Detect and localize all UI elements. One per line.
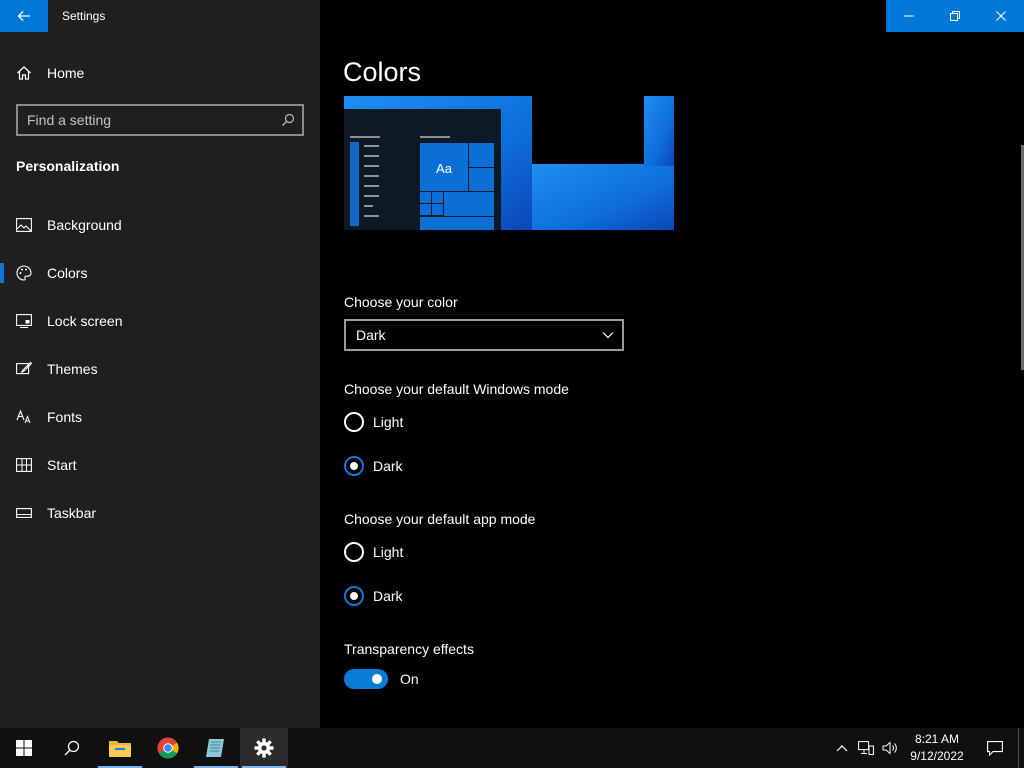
page-title: Colors <box>343 57 422 87</box>
transparency-toggle[interactable] <box>344 669 388 689</box>
clock-time: 8:21 AM <box>914 732 960 746</box>
sidebar-item-label: Lock screen <box>47 313 123 329</box>
system-tray: 8:21 AM 9/12/2022 <box>830 728 1024 768</box>
show-desktop-button[interactable] <box>1018 728 1024 768</box>
toggle-state-label: On <box>400 671 419 687</box>
radio-circle[interactable] <box>344 586 364 606</box>
picture-icon <box>16 217 32 233</box>
notification-icon <box>987 740 1003 756</box>
settings-button[interactable] <box>240 728 288 768</box>
dropdown-value: Dark <box>356 327 386 343</box>
taskbar-search-button[interactable] <box>48 728 96 768</box>
sidebar-nav: Background Colors Lock screen Themes Fon… <box>0 201 320 537</box>
notepad-icon <box>206 739 224 757</box>
sidebar-item-themes[interactable]: Themes <box>0 345 320 393</box>
sidebar-item-label: Themes <box>47 361 98 377</box>
start-icon <box>16 457 32 473</box>
chrome-button[interactable] <box>144 728 192 768</box>
settings-icon <box>254 738 274 758</box>
windows-logo-icon <box>16 740 32 756</box>
volume-icon <box>882 741 897 755</box>
file-explorer-button[interactable] <box>96 728 144 768</box>
taskbar-icon <box>16 505 32 521</box>
minimize-button[interactable] <box>886 0 932 32</box>
home-label: Home <box>47 65 85 81</box>
home-link[interactable]: Home <box>16 62 84 84</box>
search-icon[interactable] <box>274 113 302 127</box>
choose-color-label: Choose your color <box>344 294 458 310</box>
radio-circle[interactable] <box>344 412 364 432</box>
notepad-button[interactable] <box>192 728 240 768</box>
app-mode-light-radio[interactable]: Light <box>344 542 403 562</box>
close-button[interactable] <box>978 0 1024 32</box>
preview-sample-text: Aa <box>436 161 453 176</box>
clock[interactable]: 8:21 AM 9/12/2022 <box>902 731 972 765</box>
section-title: Personalization <box>16 158 120 174</box>
restore-button[interactable] <box>932 0 978 32</box>
transparency-label: Transparency effects <box>344 641 474 657</box>
brush-icon <box>16 361 32 377</box>
sidebar-item-fonts[interactable]: Fonts <box>0 393 320 441</box>
network-button[interactable] <box>854 728 878 768</box>
color-mode-dropdown[interactable]: Dark <box>344 319 624 351</box>
search-box[interactable] <box>16 104 304 136</box>
minimize-icon <box>904 15 914 17</box>
sidebar-item-label: Taskbar <box>47 505 97 521</box>
windows-mode-light-radio[interactable]: Light <box>344 412 403 432</box>
network-icon <box>858 741 874 755</box>
font-icon <box>16 409 32 425</box>
sidebar-item-label: Colors <box>47 265 88 281</box>
sidebar-item-taskbar[interactable]: Taskbar <box>0 489 320 537</box>
restore-icon <box>950 11 960 21</box>
radio-circle[interactable] <box>344 542 364 562</box>
app-title: Settings <box>62 9 106 23</box>
sidebar-item-label: Start <box>47 457 77 473</box>
radio-circle[interactable] <box>344 456 364 476</box>
chevron-down-icon <box>602 332 614 339</box>
chrome-icon <box>157 737 179 759</box>
back-button[interactable] <box>0 0 48 32</box>
chevron-up-icon <box>836 745 848 752</box>
window-controls <box>886 0 1024 32</box>
palette-icon <box>16 265 32 281</box>
taskbar: 8:21 AM 9/12/2022 <box>0 728 1024 768</box>
lock-screen-icon <box>16 313 32 329</box>
radio-label: Light <box>373 414 404 430</box>
sidebar-item-start[interactable]: Start <box>0 441 320 489</box>
sidebar-item-label: Fonts <box>47 409 83 425</box>
windows-mode-label: Choose your default Windows mode <box>344 381 569 397</box>
app-mode-label: Choose your default app mode <box>344 511 536 527</box>
radio-label: Dark <box>373 588 403 604</box>
home-icon <box>17 66 31 80</box>
radio-label: Light <box>373 544 404 560</box>
preview-illustration: Aa <box>344 96 674 230</box>
radio-label: Dark <box>373 458 403 474</box>
windows-mode-dark-radio[interactable]: Dark <box>344 456 403 476</box>
transparency-toggle-row[interactable]: On <box>344 669 419 689</box>
start-button[interactable] <box>0 728 48 768</box>
back-arrow-icon <box>17 11 30 21</box>
main-content: Colors Aa Choose your color Dark Choose … <box>320 0 1024 728</box>
sidebar-item-label: Background <box>47 217 122 233</box>
clock-date: 9/12/2022 <box>910 749 964 763</box>
color-preview: Aa <box>344 96 674 230</box>
sidebar-item-background[interactable]: Background <box>0 201 320 249</box>
volume-button[interactable] <box>878 728 902 768</box>
search-icon <box>64 740 80 756</box>
sidebar-item-colors[interactable]: Colors <box>0 249 320 297</box>
file-explorer-icon <box>109 741 131 757</box>
search-input[interactable] <box>18 106 274 134</box>
show-hidden-icons-button[interactable] <box>830 728 854 768</box>
app-mode-dark-radio[interactable]: Dark <box>344 586 403 606</box>
action-center-button[interactable] <box>972 728 1018 768</box>
sidebar: Settings Home Personalization Background <box>0 0 320 728</box>
sidebar-item-lock-screen[interactable]: Lock screen <box>0 297 320 345</box>
close-icon <box>996 11 1006 21</box>
